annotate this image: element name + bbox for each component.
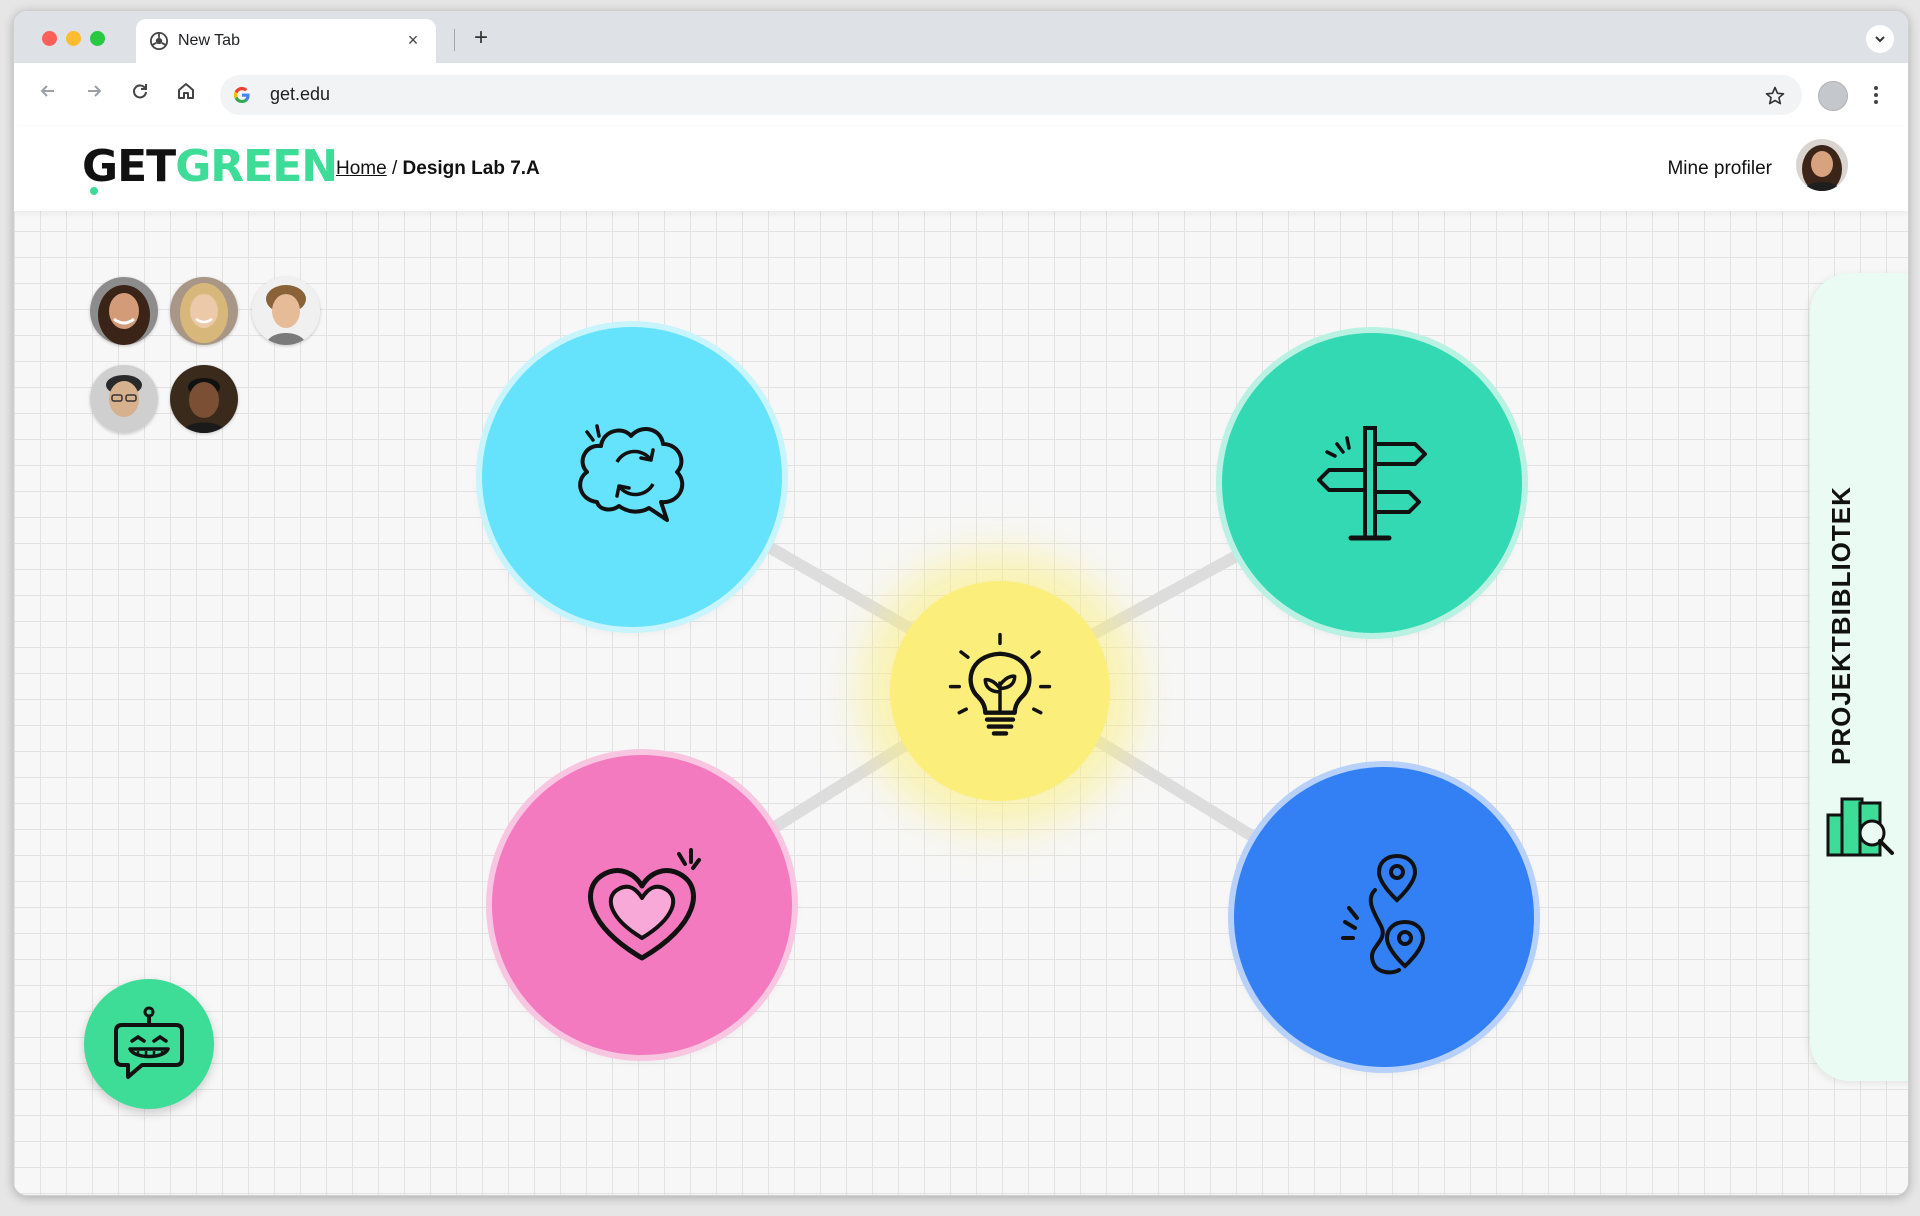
- heart-node[interactable]: [492, 755, 792, 1055]
- signpost-icon: [1317, 426, 1427, 541]
- brain-icon: [578, 424, 685, 522]
- address-bar[interactable]: get.edu: [220, 75, 1802, 115]
- chatbot-button[interactable]: [84, 979, 214, 1109]
- page-canvas: GETGREEN Home / Design Lab 7.A Mine prof…: [14, 127, 1908, 1195]
- google-icon: [233, 86, 250, 104]
- route-node[interactable]: [1234, 767, 1534, 1067]
- browser-profile-button[interactable]: [1818, 81, 1848, 111]
- brain-node[interactable]: [482, 327, 782, 627]
- reload-icon: [133, 84, 147, 99]
- project-library-panel[interactable]: [1810, 273, 1908, 1081]
- tab-separator: [454, 29, 455, 51]
- tab-bar: New Tab × +: [14, 11, 1908, 63]
- reload-button[interactable]: [126, 81, 154, 109]
- arrow-right-icon: [88, 85, 102, 97]
- more-vertical-icon: [1874, 86, 1878, 104]
- back-button[interactable]: [34, 81, 62, 109]
- browser-toolbar: get.edu: [14, 63, 1908, 128]
- home-icon: [178, 83, 194, 99]
- chrome-icon: [150, 32, 168, 50]
- chevron-down-icon: [1875, 36, 1885, 43]
- forward-button[interactable]: [80, 81, 108, 109]
- bookmark-star-icon[interactable]: [1764, 81, 1786, 113]
- home-button[interactable]: [172, 81, 200, 109]
- browser-menu-button[interactable]: [1866, 79, 1886, 111]
- tab-close-icon[interactable]: ×: [402, 29, 424, 51]
- url-text: get.edu: [270, 84, 331, 104]
- new-tab-button[interactable]: +: [466, 23, 496, 53]
- library-icon[interactable]: [1822, 791, 1898, 861]
- tab-title: New Tab: [178, 32, 240, 49]
- idea-node[interactable]: [890, 581, 1110, 801]
- chatbot-icon: [114, 1006, 184, 1079]
- close-window-button[interactable]: [42, 31, 57, 46]
- browser-window: New Tab × + get.edu GETGREEN Home / Desi…: [13, 10, 1909, 1196]
- heart-icon: [588, 848, 701, 961]
- maximize-window-button[interactable]: [90, 31, 105, 46]
- project-library-label[interactable]: PROJEKTBIBLIOTEK: [1826, 486, 1856, 765]
- minimize-window-button[interactable]: [66, 31, 81, 46]
- arrow-left-icon: [40, 85, 54, 97]
- route-icon: [1341, 853, 1426, 975]
- signpost-node[interactable]: [1222, 333, 1522, 633]
- browser-tab[interactable]: New Tab ×: [136, 19, 436, 63]
- tab-search-button[interactable]: [1866, 25, 1894, 53]
- lightbulb-icon: [948, 632, 1052, 736]
